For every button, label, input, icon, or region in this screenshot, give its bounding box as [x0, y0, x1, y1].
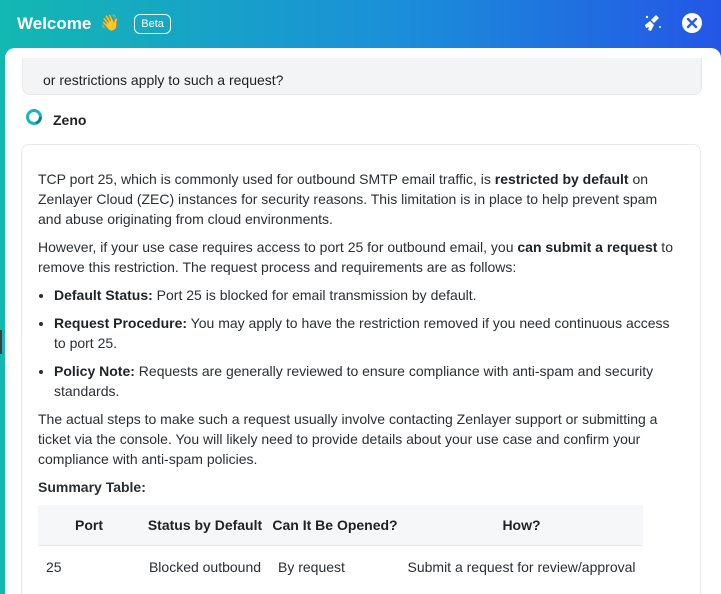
list-item: Default Status: Port 25 is blocked for e… [54, 285, 678, 305]
list-item-label: Policy Note: [54, 363, 135, 379]
table-header-cell: Port [38, 505, 140, 546]
table-cell: 25 [38, 545, 140, 588]
answer-paragraph: The actual steps to make such a request … [38, 411, 658, 467]
list-item: Policy Note: Requests are generally revi… [54, 361, 678, 401]
user-message-text: or restrictions apply to such a request? [43, 72, 284, 88]
chat-panel: or restrictions apply to such a request?… [5, 48, 721, 594]
scroll-edge-marker [0, 330, 2, 354]
list-item-label: Default Status: [54, 287, 153, 303]
table-cell: By request [270, 545, 400, 588]
header-bar: Welcome 👋 Beta [0, 0, 721, 48]
beta-badge: Beta [134, 14, 171, 34]
list-item-text: Requests are generally reviewed to ensur… [54, 363, 654, 399]
zeno-logo-icon [25, 108, 43, 131]
close-icon[interactable] [681, 12, 703, 34]
requirements-list: Default Status: Port 25 is blocked for e… [38, 285, 678, 401]
table-header-cell: Can It Be Opened? [270, 505, 400, 546]
window-title: Welcome [17, 14, 92, 33]
table-header-cell: Status by Default [140, 505, 270, 546]
summary-title: Summary Table: [38, 479, 146, 495]
list-item: Request Procedure: You may apply to have… [54, 313, 678, 353]
user-message-bubble: or restrictions apply to such a request? [22, 58, 702, 95]
bot-answer-card: TCP port 25, which is commonly used for … [21, 144, 701, 594]
answer-text: TCP port 25, which is commonly used for … [38, 171, 495, 187]
table-cell: Blocked outbound [140, 545, 270, 588]
bot-header: Zeno [25, 108, 86, 131]
answer-paragraph: However, if your use case requires acces… [38, 237, 678, 277]
table-cell: Submit a request for review/approval [400, 545, 643, 588]
summary-table: Port Status by Default Can It Be Opened?… [38, 505, 643, 588]
table-row: 25 Blocked outbound By request Submit a … [38, 545, 643, 588]
wave-emoji: 👋 [100, 15, 121, 32]
table-header-row: Port Status by Default Can It Be Opened?… [38, 505, 643, 546]
answer-bold: can submit a request [517, 239, 658, 255]
answer-text: However, if your use case requires acces… [38, 239, 518, 255]
table-header-cell: How? [400, 505, 643, 546]
list-item-label: Request Procedure: [54, 315, 188, 331]
broom-icon[interactable] [642, 12, 664, 34]
answer-bold: restricted by default [494, 171, 629, 187]
answer-content: TCP port 25, which is commonly used for … [38, 169, 678, 588]
answer-paragraph: TCP port 25, which is commonly used for … [38, 169, 678, 229]
bot-name: Zeno [53, 111, 87, 128]
list-item-text: Port 25 is blocked for email transmissio… [152, 287, 477, 303]
